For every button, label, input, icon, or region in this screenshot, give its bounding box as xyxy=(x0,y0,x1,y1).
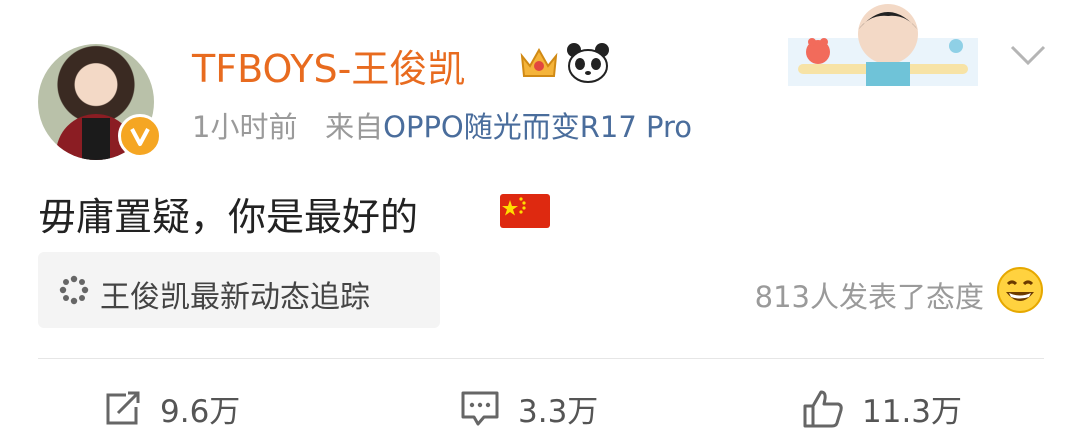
username[interactable]: TFBOYS-王俊凯 xyxy=(192,38,465,93)
topic-dots-icon xyxy=(58,274,90,306)
crown-icon xyxy=(518,42,560,84)
chevron-down-icon[interactable] xyxy=(1008,40,1048,70)
comment-icon xyxy=(461,391,499,425)
comment-count: 3.3万 xyxy=(518,394,599,430)
repost-icon xyxy=(106,391,140,424)
like-count: 11.3万 xyxy=(862,394,963,430)
divider xyxy=(38,358,1044,359)
flag-china-icon xyxy=(500,194,550,228)
grin-emoji-icon[interactable] xyxy=(996,266,1044,314)
verified-v-icon xyxy=(118,114,162,158)
reactions-count[interactable]: 813人发表了态度 xyxy=(755,274,984,316)
topic-label: 王俊凯最新动态追踪 xyxy=(100,280,370,315)
source-prefix: 来自 xyxy=(325,110,384,144)
post-meta: 1小时前 来自OPPO随光而变R17 Pro xyxy=(192,104,692,146)
post-time: 1小时前 xyxy=(192,110,298,144)
post-content: 毋庸置疑，你是最好的 xyxy=(38,195,419,239)
like-button[interactable]: 11.3万 xyxy=(802,386,962,431)
repost-button[interactable]: 9.6万 xyxy=(104,386,240,431)
like-icon xyxy=(803,390,843,427)
avatar-shirt xyxy=(82,118,110,160)
comment-button[interactable]: 3.3万 xyxy=(460,386,598,431)
panda-icon xyxy=(566,42,610,84)
post-source[interactable]: OPPO随光而变R17 Pro xyxy=(383,110,692,144)
repost-count: 9.6万 xyxy=(160,394,241,430)
profile-banner-decoration xyxy=(788,0,978,86)
